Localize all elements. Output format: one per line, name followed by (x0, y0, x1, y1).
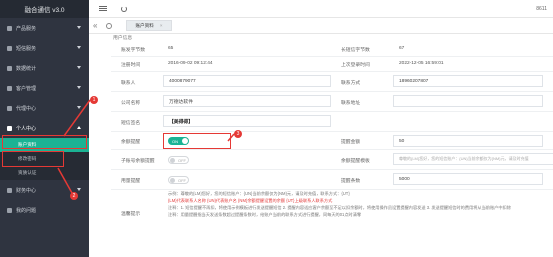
product-icon (7, 25, 12, 31)
chevron-down-icon (77, 106, 81, 109)
users-icon (7, 85, 12, 91)
reminder-template-input[interactable]: 尊敬的{LM}您好，您的短信账户：{UN}当前余额仅为{NM}元，请及时充值 (393, 153, 553, 165)
app-title: 融合通信 v3.0 (0, 0, 89, 18)
section-title: 用户信息 (113, 36, 133, 41)
subaccount-reminder-toggle[interactable]: OFF (168, 156, 189, 164)
chevron-down-icon (77, 86, 81, 89)
gear-icon (7, 125, 12, 131)
field-label: 余额提醒模板 (341, 159, 370, 164)
annotation-box-account-info (2, 151, 64, 167)
field-value: 65 (168, 46, 174, 51)
contact-address-input[interactable] (393, 95, 543, 107)
tab-account-info[interactable]: 账户资料 × (126, 20, 172, 31)
tabs-scroll-left-icon[interactable]: « (93, 21, 97, 30)
sidebar-item-statistics[interactable]: 数据统计 (0, 58, 89, 78)
wallet-icon (7, 187, 12, 193)
sidebar-subitem-qualification[interactable]: 资质认证 (0, 166, 89, 180)
tip-line: 示例：尊敬的{LM}您好，您的短信账户：{UN}当前余额仅为{NM}元，请及时充… (168, 191, 350, 196)
sidebar-item-my-issues[interactable]: 我的问题 (0, 200, 89, 220)
form-row: 子账号余额提醒 OFF 余额提醒模板 尊敬的{LM}您好，您的短信账户：{UN}… (111, 150, 553, 170)
sidebar: 融合通信 v3.0 产品服务 短信服务 数据统计 客户管理 代理中心 个人中心 … (0, 0, 89, 257)
sms-signature-input[interactable]: 【美得得】 (163, 115, 331, 127)
reminder-amount-input[interactable]: 50 (393, 135, 543, 147)
field-label: 提醒金额 (341, 140, 361, 145)
contact-name-input[interactable]: 4000879077 (163, 75, 331, 87)
field-label: 注册时间 (121, 63, 141, 68)
annotation-marker-2: 2 (70, 192, 78, 200)
sidebar-item-customers[interactable]: 客户管理 (0, 78, 89, 98)
field-label: 账发字节数 (121, 48, 145, 53)
tip-line: 注释：用量提醒指当天发送条数超过提醒条数时，给账户当前的联系方式进行提醒，同每天… (168, 212, 362, 217)
tip-line: {LM}代表联系人名称 {UN}代表账户名 {NM}余额提醒设置的余额 {UT}… (168, 198, 333, 203)
sidebar-item-label: 产品服务 (16, 25, 37, 32)
sms-icon (7, 45, 12, 51)
contact-phone-input[interactable]: 18960207807 (393, 75, 543, 87)
field-label: 联系方式 (341, 81, 361, 86)
field-label: 长短信字节数 (341, 48, 370, 53)
sidebar-item-sms-services[interactable]: 短信服务 (0, 38, 89, 58)
annotation-marker-1: 1 (90, 96, 98, 104)
topbar: 8611 (89, 0, 553, 18)
question-icon (7, 207, 12, 213)
field-label: 余额提醒 (121, 140, 141, 145)
home-icon[interactable] (106, 22, 113, 29)
sidebar-item-label: 财务中心 (16, 187, 37, 194)
user-name[interactable]: 8611 (536, 6, 547, 12)
sidebar-item-label: 短信服务 (16, 45, 37, 52)
form-row: 短信签名 【美得得】 (111, 112, 553, 132)
sidebar-item-label: 我的问题 (16, 207, 37, 214)
main-content: 用户信息 账发字节数 65 长短信字节数 67 注册时间 2016-09-02 … (89, 34, 553, 257)
field-label: 联系人 (121, 81, 136, 86)
field-value: 67 (399, 46, 405, 51)
form-row: 公司名称 万德达软件 联系地址 (111, 92, 553, 112)
annotation-marker-3: 3 (234, 130, 242, 138)
agent-icon (7, 105, 12, 111)
field-label: 子账号余额提醒 (121, 159, 155, 164)
annotation-box-personal-center (2, 135, 87, 149)
field-label: 温馨提示 (121, 212, 141, 217)
field-value: 2016-09-02 09:12:44 (168, 61, 213, 66)
field-label: 用量提醒 (121, 179, 141, 184)
sidebar-item-label: 代理中心 (16, 105, 37, 112)
form-row: 联系人 4000879077 联系方式 18960207807 (111, 72, 553, 92)
form-row: 温馨提示 示例：尊敬的{LM}您好，您的短信账户：{UN}当前余额仅为{NM}元… (111, 190, 553, 257)
reminder-count-input[interactable]: 5000 (393, 173, 543, 185)
field-label: 提醒条数 (341, 179, 361, 184)
form-row: 注册时间 2016-09-02 09:12:44 上次登录时间 2022-12-… (111, 57, 553, 72)
field-label: 公司名称 (121, 101, 141, 106)
form-row: 用量提醒 OFF 提醒条数 5000 (111, 170, 553, 190)
chevron-up-icon (77, 126, 81, 129)
chart-icon (7, 65, 12, 71)
tip-line: 注释：1. 短信提醒不再扣，将使用示例模板进行发送提醒短信 2. 提醒内容适应客… (168, 205, 511, 210)
close-icon[interactable]: × (160, 23, 163, 28)
field-value: 2022-12-05 16:59:01 (399, 61, 444, 66)
usage-reminder-toggle[interactable]: OFF (168, 176, 189, 184)
chevron-down-icon (77, 188, 81, 191)
sidebar-item-label: 个人中心 (16, 125, 37, 132)
chevron-down-icon (77, 26, 81, 29)
sidebar-item-label: 数据统计 (16, 65, 37, 72)
form-row: 账发字节数 65 长短信字节数 67 (111, 42, 553, 57)
hamburger-menu-icon[interactable] (99, 4, 107, 12)
chevron-down-icon (77, 66, 81, 69)
annotation-box-signature (163, 133, 231, 149)
sidebar-item-label: 客户管理 (16, 85, 37, 92)
field-label: 联系地址 (341, 101, 361, 106)
field-label: 上次登录时间 (341, 63, 370, 68)
chevron-down-icon (77, 46, 81, 49)
tabbar: « 账户资料 × (89, 18, 553, 34)
field-label: 短信签名 (121, 121, 141, 126)
sidebar-item-agent-center[interactable]: 代理中心 (0, 98, 89, 118)
refresh-icon[interactable] (121, 5, 127, 12)
sidebar-item-product-services[interactable]: 产品服务 (0, 18, 89, 38)
tab-label: 账户资料 (135, 22, 154, 28)
company-name-input[interactable]: 万德达软件 (163, 95, 331, 107)
